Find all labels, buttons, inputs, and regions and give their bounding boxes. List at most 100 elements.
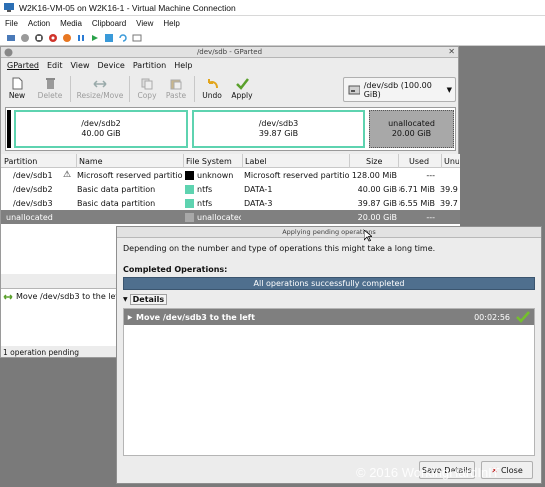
row-file-system: ntfs (197, 184, 213, 194)
new-button[interactable]: New (1, 73, 33, 100)
menu-edit[interactable]: Edit (47, 61, 63, 70)
column-partition[interactable]: Partition (4, 154, 74, 168)
checkmark-icon (234, 76, 250, 91)
menu-view[interactable]: View (71, 61, 90, 70)
copy-button-label: Copy (137, 91, 157, 100)
status-bar: 1 operation pending (3, 347, 80, 357)
host-menu-view[interactable]: View (136, 19, 153, 28)
gparted-app-icon (4, 48, 13, 57)
trash-icon (42, 76, 58, 91)
turn-off-icon[interactable] (33, 32, 44, 43)
fs-color-swatch (185, 170, 194, 180)
close-icon[interactable]: ✕ (448, 47, 455, 56)
copy-icon (139, 76, 155, 91)
copy-button[interactable]: Copy (133, 73, 161, 100)
row-label: DATA-3 (244, 198, 273, 208)
shutdown-icon[interactable] (47, 32, 58, 43)
fs-color-swatch (185, 184, 194, 194)
ctrl-alt-del-icon[interactable] (5, 32, 16, 43)
column-unused[interactable]: Unu (441, 154, 459, 168)
reset-icon[interactable] (89, 32, 100, 43)
row-partition: /dev/sdb2 (13, 184, 53, 194)
dialog-description: Depending on the number and type of oper… (123, 244, 436, 253)
row-name: Microsoft reserved partition (77, 170, 183, 180)
details-operation-row[interactable]: ▶ Move /dev/sdb3 to the left 00:02:56 (124, 309, 534, 325)
resize-button-label: Resize/Move (76, 91, 124, 100)
mouse-cursor-icon (364, 230, 372, 242)
paste-button[interactable]: Paste (161, 73, 191, 100)
map-sdb1-block[interactable] (7, 110, 11, 148)
expander-right-icon: ▶ (127, 313, 133, 321)
details-label: Details (129, 294, 168, 305)
menu-device[interactable]: Device (97, 61, 124, 70)
elapsed-time: 00:02:56 (474, 312, 510, 322)
host-menu-clipboard[interactable]: Clipboard (92, 19, 126, 28)
map-sdb3-block[interactable]: /dev/sdb3 39.87 GiB (192, 110, 365, 148)
details-expander[interactable]: ▼ Details (123, 294, 168, 305)
apply-dialog: Applying pending operations Depending on… (116, 226, 542, 484)
device-selector[interactable]: /dev/sdb (100.00 GiB) ▼ (343, 77, 456, 102)
save-state-icon[interactable] (61, 32, 72, 43)
success-check-icon (516, 311, 530, 323)
table-row[interactable]: /dev/sdb2 Basic data partition ntfs DATA… (1, 182, 460, 196)
operation-item[interactable]: Move /dev/sdb3 to the left (3, 292, 121, 301)
map-unallocated-size: 20.00 GiB (391, 129, 432, 138)
apply-button[interactable]: Apply (226, 73, 258, 100)
column-file-system[interactable]: File System (183, 154, 241, 168)
row-used: 86.71 MiB (399, 184, 435, 194)
column-name[interactable]: Name (76, 154, 182, 168)
resize-arrows-icon (92, 76, 108, 91)
host-menu-file[interactable]: File (5, 19, 18, 28)
row-file-system: unallocated (197, 212, 241, 222)
host-menu-help[interactable]: Help (163, 19, 179, 28)
table-row[interactable]: /dev/sdb3 Basic data partition ntfs DATA… (1, 196, 460, 210)
host-menu-action[interactable]: Action (28, 19, 50, 28)
row-unused (440, 168, 460, 182)
progress-text: All operations successfully completed (253, 279, 405, 288)
menu-gparted[interactable]: GParted (7, 61, 39, 70)
vm-connection-icon (4, 3, 14, 12)
map-sdb2-block[interactable]: /dev/sdb2 40.00 GiB (14, 110, 188, 148)
apply-button-label: Apply (231, 91, 253, 100)
column-used[interactable]: Used (398, 154, 440, 168)
checkpoint-icon[interactable] (103, 32, 114, 43)
row-partition: unallocated (6, 212, 53, 222)
host-menu-bar: File Action Media Clipboard View Help (0, 16, 545, 30)
host-title-bar: W2K16-VM-05 on W2K16-1 - Virtual Machine… (0, 0, 545, 16)
pause-icon[interactable] (75, 32, 86, 43)
dialog-title: Applying pending operations (282, 228, 376, 236)
row-file-system: unknown (197, 170, 234, 180)
row-label: DATA-1 (244, 184, 273, 194)
resize-move-button[interactable]: Resize/Move (74, 73, 126, 100)
revert-icon[interactable] (117, 32, 128, 43)
row-file-system: ntfs (197, 198, 213, 208)
row-size: 39.87 GiB (357, 198, 397, 208)
device-label: /dev/sdb (100.00 GiB) (363, 80, 432, 99)
row-size: 128.00 MiB (351, 170, 397, 180)
column-label[interactable]: Label (242, 154, 348, 168)
host-menu-media[interactable]: Media (60, 19, 82, 28)
toolbar-separator (194, 76, 195, 102)
menu-partition[interactable]: Partition (133, 61, 166, 70)
pending-operations-pane: Move /dev/sdb3 to the left (1, 288, 121, 346)
delete-button[interactable]: Delete (33, 73, 67, 100)
map-sdb3-size: 39.87 GiB (258, 129, 299, 138)
details-operation-label: Move /dev/sdb3 to the left (136, 312, 255, 322)
table-row[interactable]: /dev/sdb1 ⚠ Microsoft reserved partition… (1, 168, 460, 182)
start-icon[interactable] (19, 32, 30, 43)
undo-icon (204, 76, 220, 91)
new-file-icon (9, 76, 25, 91)
row-unused: 39.9 (440, 184, 458, 194)
gparted-title: /dev/sdb - GParted (196, 48, 263, 56)
host-title: W2K16-VM-05 on W2K16-1 - Virtual Machine… (19, 2, 236, 13)
row-name: Basic data partition (77, 198, 156, 208)
menu-help[interactable]: Help (174, 61, 192, 70)
undo-button[interactable]: Undo (198, 73, 226, 100)
chevron-down-icon: ▼ (446, 85, 452, 94)
table-row-selected[interactable]: unallocated unallocated 20.00 GiB --- (1, 210, 460, 224)
undo-button-label: Undo (202, 91, 222, 100)
partition-map: /dev/sdb2 40.00 GiB /dev/sdb3 39.87 GiB … (5, 107, 456, 151)
column-size[interactable]: Size (349, 154, 397, 168)
enhanced-session-icon[interactable] (131, 32, 142, 43)
map-unallocated-block[interactable]: unallocated 20.00 GiB (369, 110, 454, 148)
